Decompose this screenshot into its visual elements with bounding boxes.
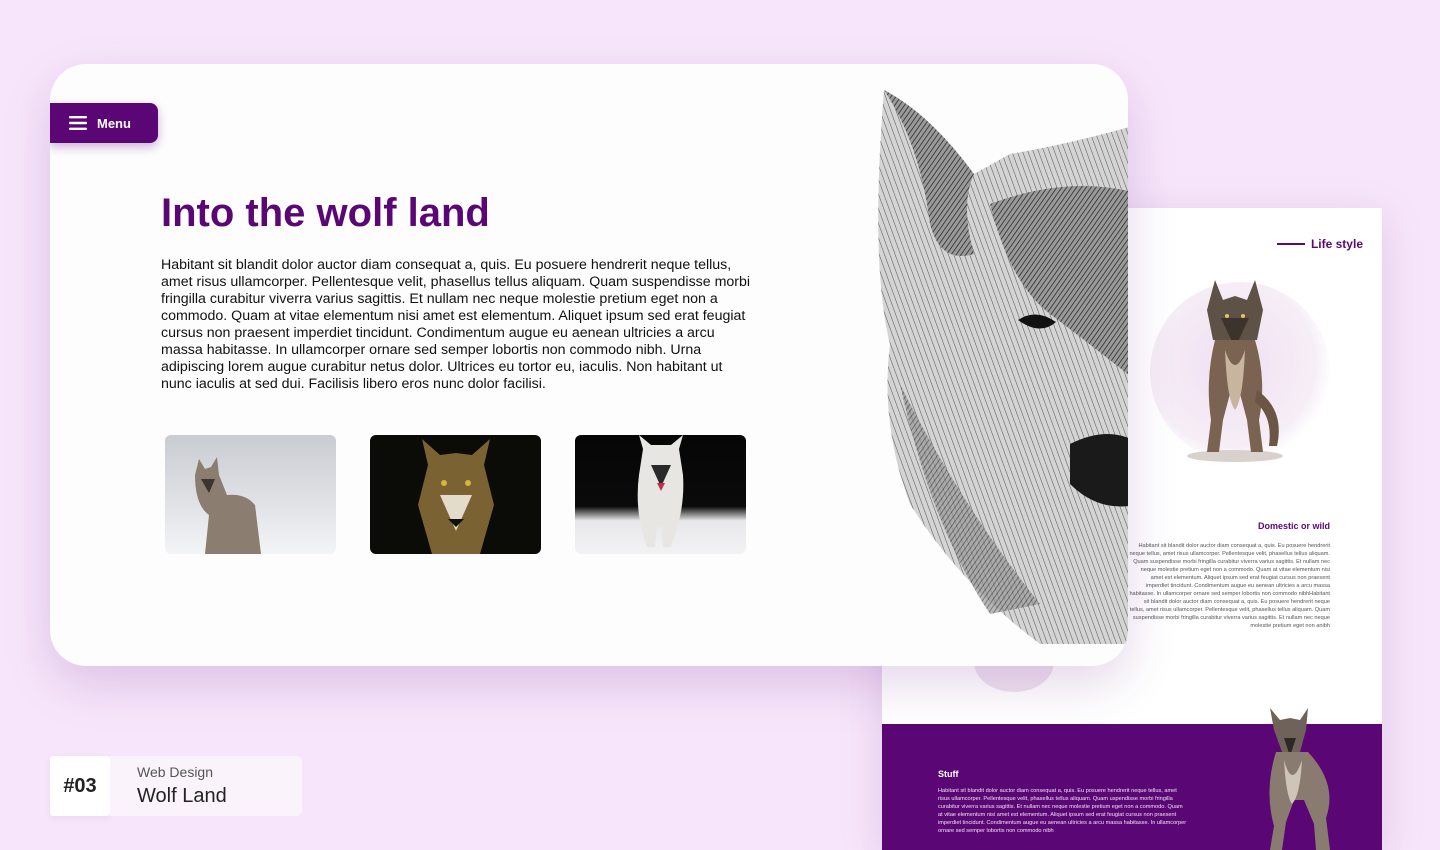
- stuff-title: Stuff: [938, 769, 959, 779]
- wolf-sketch-illustration: [878, 90, 1128, 644]
- intro-paragraph: Habitant sit blandit dolor auctor diam c…: [161, 257, 751, 392]
- domestic-or-wild-title: Domestic or wild: [1257, 521, 1330, 531]
- menu-button[interactable]: Menu: [50, 103, 158, 143]
- page-title: Into the wolf land: [161, 191, 490, 235]
- life-style-tag[interactable]: Life style: [1276, 237, 1363, 251]
- walking-wolf-image: [1269, 708, 1330, 850]
- wolf-thumbnail-running[interactable]: [575, 435, 746, 554]
- life-style-label: Life style: [1310, 237, 1363, 251]
- project-number-badge: #03: [50, 756, 110, 816]
- domestic-or-wild-text: Habitant sit blandit dolor auctor diam c…: [1129, 543, 1330, 629]
- stuff-text: Habitant sit blandit dolor auctor diam c…: [938, 788, 1187, 834]
- project-info-card: Web Design Wolf Land: [110, 756, 302, 816]
- main-page-card: Menu Into the wolf land Habitant sit bla…: [50, 64, 1128, 666]
- stuff-section: Stuff Habitant sit blandit dolor auctor …: [882, 708, 1382, 850]
- menu-label: Menu: [97, 115, 131, 131]
- wolf-thumbnail-snow[interactable]: [165, 435, 336, 554]
- project-name: Wolf Land: [137, 785, 227, 807]
- hamburger-menu-icon: [69, 116, 87, 130]
- standing-wolf-image: [1187, 280, 1283, 462]
- project-category: Web Design: [137, 764, 214, 780]
- tag-line-divider: [1276, 243, 1305, 245]
- wolf-thumbnail-portrait[interactable]: [370, 435, 541, 554]
